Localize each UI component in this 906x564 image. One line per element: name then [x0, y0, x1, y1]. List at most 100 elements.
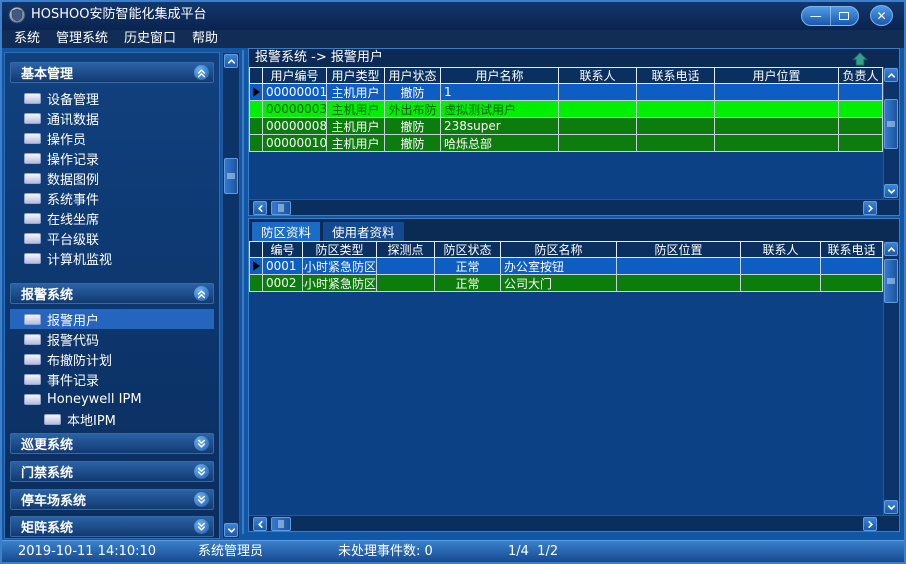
- sidebar-section-header[interactable]: 停车场系统: [10, 489, 214, 510]
- minimize-button[interactable]: —: [802, 7, 830, 25]
- column-header[interactable]: 用户状态: [385, 67, 441, 84]
- column-header[interactable]: 编号: [263, 241, 303, 258]
- scroll-up-button[interactable]: [224, 54, 238, 68]
- sidebar-item-label: 设备管理: [47, 89, 99, 108]
- column-header[interactable]: 防区类型: [303, 241, 377, 258]
- column-header[interactable]: 用户编号: [263, 67, 327, 84]
- row-selector-cell[interactable]: [249, 118, 263, 135]
- sidebar-item[interactable]: 设备管理: [10, 88, 214, 108]
- user-table-hscrollbar[interactable]: [249, 199, 899, 215]
- row-selector-header: [249, 241, 263, 258]
- sidebar-section-header[interactable]: 基本管理: [10, 62, 214, 83]
- row-selector-cell[interactable]: [249, 258, 263, 275]
- column-header[interactable]: 用户位置: [715, 67, 839, 84]
- column-header[interactable]: 防区名称: [501, 241, 617, 258]
- chevron-double-up-icon[interactable]: [194, 286, 209, 301]
- scroll-thumb[interactable]: [884, 259, 898, 303]
- sidebar-item[interactable]: 报警用户: [10, 309, 214, 329]
- chevron-double-down-icon[interactable]: [194, 436, 209, 451]
- column-header[interactable]: 防区位置: [617, 241, 741, 258]
- close-button[interactable]: ✕: [870, 5, 893, 26]
- row-selector-cell[interactable]: [249, 135, 263, 152]
- column-header[interactable]: 联系电话: [637, 67, 715, 84]
- sidebar-item[interactable]: 在线坐席: [10, 208, 214, 228]
- table-cell: 0001: [263, 258, 303, 275]
- maximize-button[interactable]: [830, 7, 859, 25]
- scroll-left-button[interactable]: [253, 517, 267, 531]
- sidebar-item[interactable]: 数据图例: [10, 168, 214, 188]
- row-selector-cell[interactable]: [249, 275, 263, 292]
- zone-table-hscrollbar[interactable]: [249, 515, 899, 531]
- row-selector-cell[interactable]: [249, 84, 263, 101]
- table-row[interactable]: 00000003主机用户外出布防虚拟测试用户: [249, 101, 883, 118]
- sidebar-item[interactable]: 报警代码: [10, 329, 214, 349]
- row-selector-header: [249, 67, 263, 84]
- table-row[interactable]: 000124小时紧急防区正常办公室按钮: [249, 258, 883, 275]
- sidebar-item[interactable]: 布撤防计划: [10, 349, 214, 369]
- column-header[interactable]: 防区状态: [435, 241, 501, 258]
- row-selector-cell[interactable]: [249, 101, 263, 118]
- sidebar-section-header[interactable]: 报警系统: [10, 283, 214, 304]
- table-cell: [637, 84, 715, 101]
- home-icon[interactable]: [852, 51, 868, 65]
- sidebar-item[interactable]: 本地IPM: [10, 409, 214, 429]
- user-table-vscrollbar[interactable]: [883, 67, 899, 199]
- title-bar[interactable]: HOSHOO安防智能化集成平台 — ✕: [0, 0, 906, 30]
- sidebar-item[interactable]: 操作记录: [10, 148, 214, 168]
- table-cell: [741, 258, 821, 275]
- column-header[interactable]: 联系电话: [821, 241, 883, 258]
- menu-item[interactable]: 管理系统: [48, 30, 116, 48]
- sidebar-section-header[interactable]: 门禁系统: [10, 461, 214, 482]
- sidebar-item[interactable]: 系统事件: [10, 188, 214, 208]
- scroll-thumb[interactable]: [224, 158, 238, 194]
- table-row[interactable]: 00000010主机用户撤防哈烁总部: [249, 135, 883, 152]
- sidebar-item[interactable]: Honeywell IPM: [10, 389, 214, 409]
- tab[interactable]: 防区资料: [252, 222, 320, 241]
- menu-item[interactable]: 系统: [6, 30, 48, 48]
- sidebar-item[interactable]: 操作员: [10, 128, 214, 148]
- table-cell: [559, 101, 637, 118]
- sidebar-item[interactable]: 平台级联: [10, 228, 214, 248]
- scroll-thumb[interactable]: [271, 201, 291, 215]
- sidebar-section-header[interactable]: 巡更系统: [10, 433, 214, 454]
- chevron-double-down-icon[interactable]: [194, 519, 209, 534]
- sidebar-section-header[interactable]: 矩阵系统: [10, 516, 214, 537]
- column-header[interactable]: 联系人: [559, 67, 637, 84]
- chevron-double-down-icon[interactable]: [194, 464, 209, 479]
- chevron-double-down-icon[interactable]: [194, 492, 209, 507]
- scroll-up-button[interactable]: [884, 68, 898, 82]
- column-header[interactable]: 探测点: [377, 241, 435, 258]
- sidebar-item-label: 操作员: [47, 129, 86, 148]
- sidebar-item[interactable]: 计算机监视: [10, 248, 214, 268]
- column-header[interactable]: 联系人: [741, 241, 821, 258]
- scroll-right-button[interactable]: [863, 517, 877, 531]
- zone-table-vscrollbar[interactable]: [883, 241, 899, 515]
- scroll-right-button[interactable]: [863, 201, 877, 215]
- table-row[interactable]: 00000001主机用户撤防1: [249, 84, 883, 101]
- column-header[interactable]: 负责人: [839, 67, 883, 84]
- sidebar-scrollbar[interactable]: [222, 52, 240, 539]
- table-cell: [377, 258, 435, 275]
- chevron-double-up-icon[interactable]: [194, 65, 209, 80]
- scroll-thumb[interactable]: [271, 517, 291, 531]
- tab[interactable]: 使用者资料: [323, 222, 404, 241]
- status-datetime: 2019-10-11 14:10:10: [18, 541, 156, 562]
- scroll-down-button[interactable]: [224, 523, 238, 537]
- scroll-up-button[interactable]: [884, 242, 898, 256]
- panel-splitter[interactable]: [242, 50, 244, 534]
- scroll-thumb[interactable]: [884, 99, 898, 149]
- scroll-down-button[interactable]: [884, 500, 898, 514]
- table-cell: 虚拟测试用户: [441, 101, 559, 118]
- menu-item[interactable]: 历史窗口: [116, 30, 184, 48]
- window-title: HOSHOO安防智能化集成平台: [31, 0, 207, 30]
- column-header[interactable]: 用户类型: [327, 67, 385, 84]
- scroll-left-button[interactable]: [253, 201, 267, 215]
- table-row[interactable]: 000224小时紧急防区正常公司大门: [249, 275, 883, 292]
- scroll-down-button[interactable]: [884, 184, 898, 198]
- column-header[interactable]: 用户名称: [441, 67, 559, 84]
- menu-item[interactable]: 帮助: [184, 30, 226, 48]
- sidebar-item[interactable]: 通讯数据: [10, 108, 214, 128]
- status-pagination: 1/4 1/2: [508, 541, 558, 562]
- table-row[interactable]: 00000008主机用户撤防238super: [249, 118, 883, 135]
- sidebar-item[interactable]: 事件记录: [10, 369, 214, 389]
